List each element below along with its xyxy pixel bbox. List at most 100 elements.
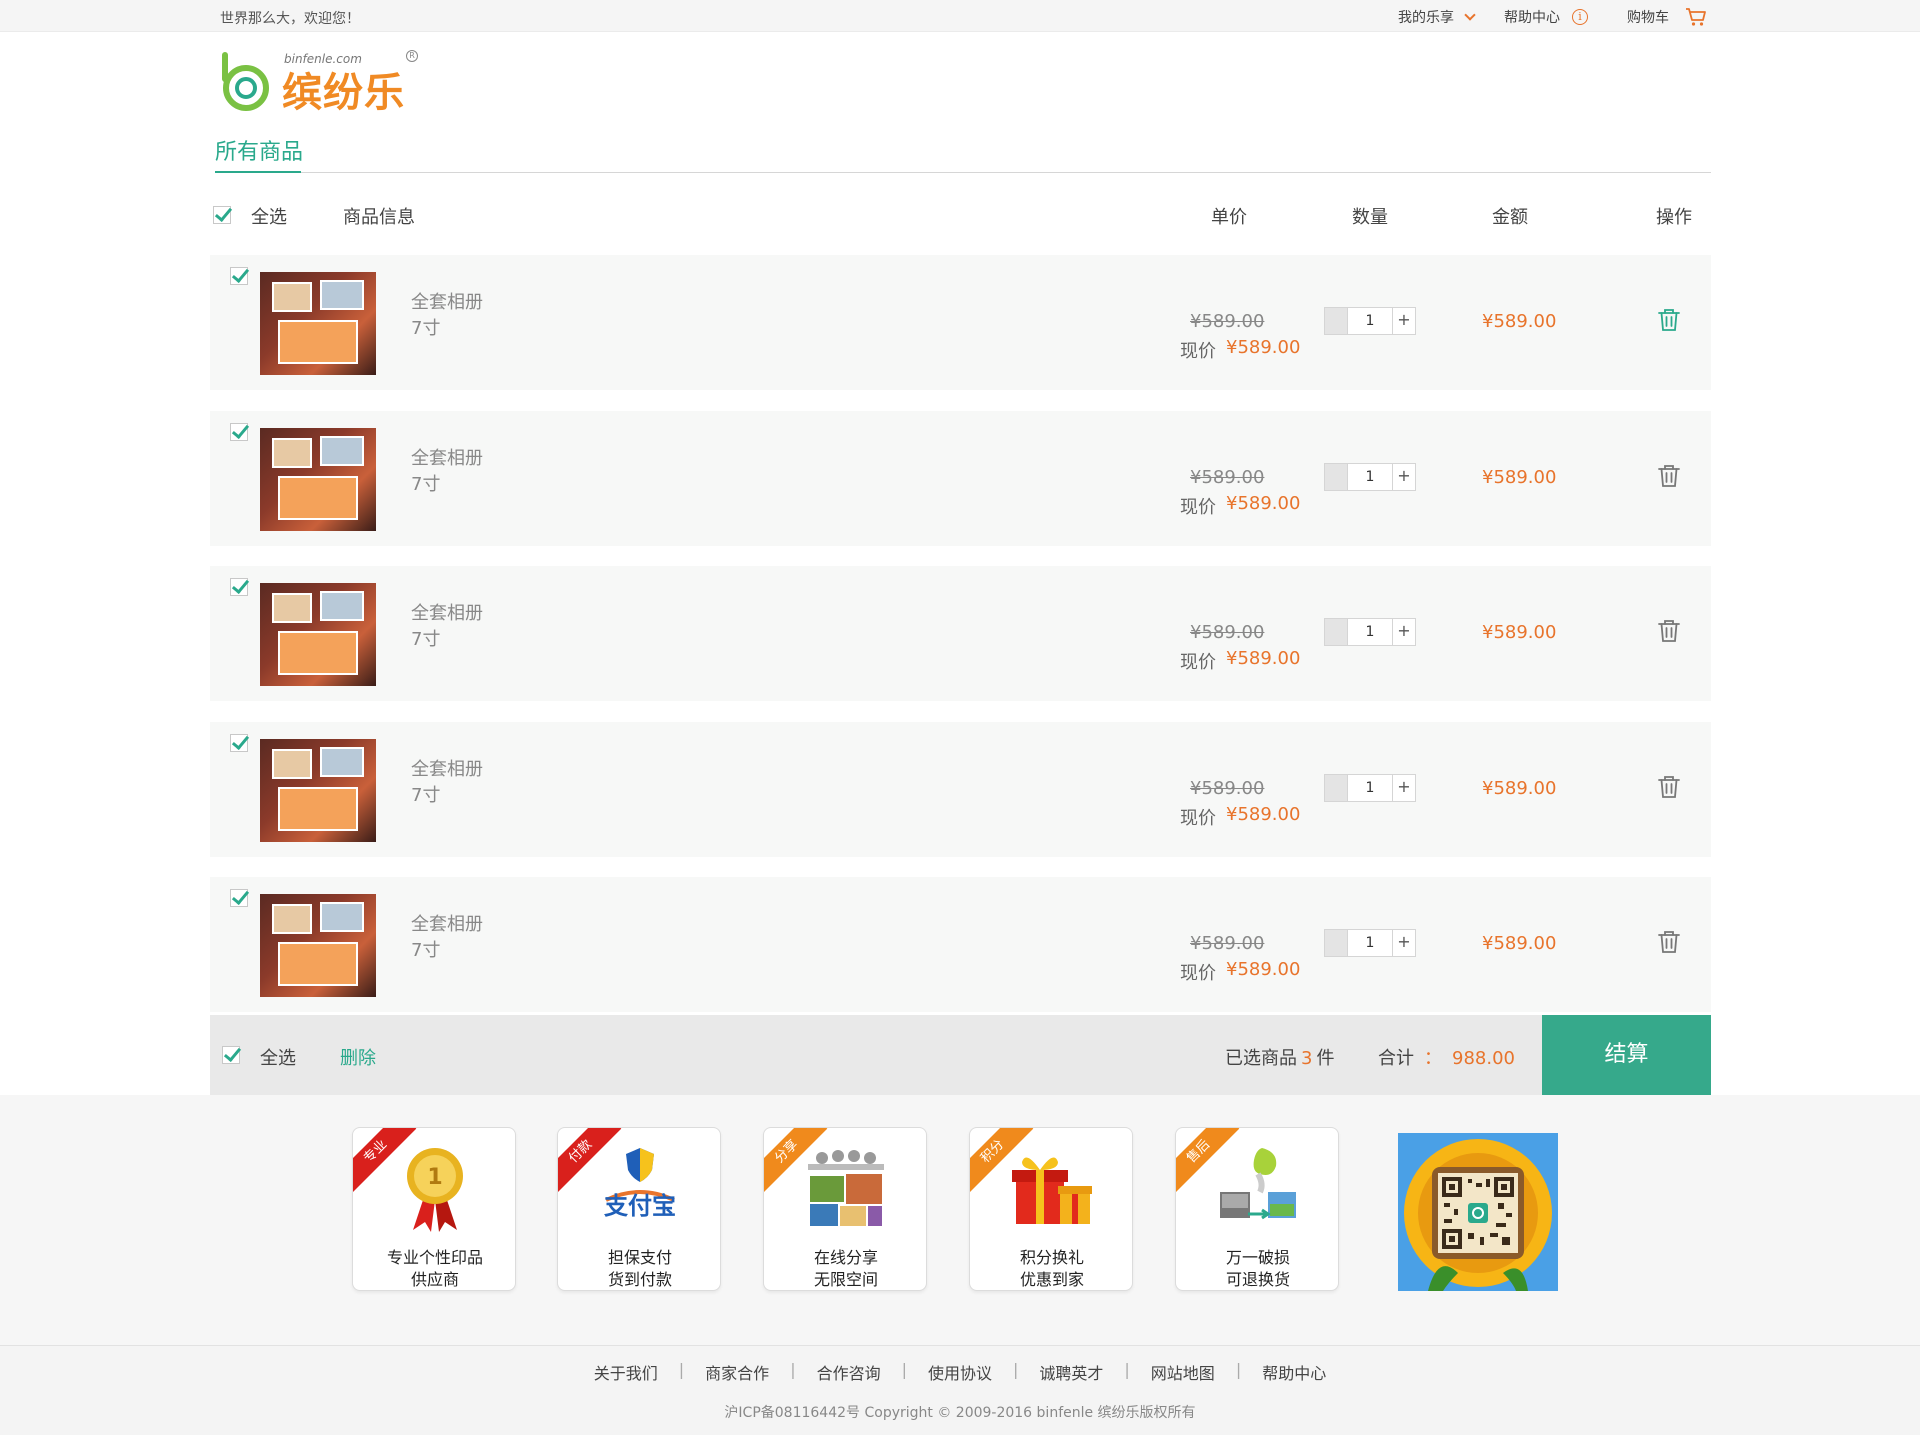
quantity-input[interactable]: 1 — [1348, 618, 1392, 646]
item-checkbox[interactable] — [230, 578, 248, 596]
delete-selected-button[interactable]: 删除 — [340, 1044, 376, 1070]
quantity-decrease-button[interactable] — [1324, 307, 1348, 335]
feature-card: 付款 支付宝 担保支付 货到付款 — [557, 1127, 721, 1291]
product-thumbnail[interactable] — [260, 272, 376, 375]
quantity-input[interactable]: 1 — [1348, 463, 1392, 491]
product-thumbnail[interactable] — [260, 894, 376, 997]
my-le-menu[interactable]: 我的乐享 — [1398, 7, 1476, 27]
svg-text:1: 1 — [427, 1165, 442, 1190]
select-all-checkbox[interactable] — [213, 206, 231, 224]
item-checkbox[interactable] — [230, 267, 248, 285]
trash-icon[interactable] — [1656, 929, 1682, 955]
trash-icon[interactable] — [1656, 307, 1682, 333]
item-amount: ¥589.00 — [1482, 933, 1557, 954]
feature-subtitle: 无限空间 — [813, 1270, 878, 1289]
feature-card: 售后 万一破损 可退换货 — [1175, 1127, 1339, 1291]
quantity-decrease-button[interactable] — [1324, 774, 1348, 802]
quantity-increase-button[interactable]: + — [1392, 618, 1416, 646]
footer-link[interactable]: 网站地图 — [1130, 1360, 1236, 1384]
svg-text:支付宝: 支付宝 — [604, 1192, 676, 1220]
footer-link[interactable]: 帮助中心 — [1241, 1360, 1347, 1384]
feature-subtitle: 供应商 — [410, 1270, 459, 1289]
thumbnail-photo-3 — [278, 787, 358, 831]
help-center-link[interactable]: 帮助中心 i — [1504, 7, 1588, 27]
header-select-all: 全选 — [251, 207, 287, 228]
quantity-input[interactable]: 1 — [1348, 774, 1392, 802]
footer-link[interactable]: 诚聘英才 — [1018, 1360, 1124, 1384]
cart-item-row: 全套相册 7寸 ¥589.00 现价 ¥589.00 1 + ¥589.00 — [210, 255, 1711, 390]
quantity-increase-button[interactable]: + — [1392, 463, 1416, 491]
feature-card: 分享 在线分享 无限空间 — [763, 1127, 927, 1291]
quantity-input[interactable]: 1 — [1348, 929, 1392, 957]
cart-icon — [1686, 8, 1706, 26]
quantity-increase-button[interactable]: + — [1392, 774, 1416, 802]
cart-link[interactable]: 购物车 — [1627, 7, 1707, 27]
thumbnail-photo-2 — [320, 280, 364, 310]
copyright-text: 沪ICP备08116442号 Copyright © 2009-2016 bin… — [724, 1405, 1196, 1421]
product-thumbnail[interactable] — [260, 583, 376, 686]
item-checkbox[interactable] — [230, 423, 248, 441]
quantity-decrease-button[interactable] — [1324, 929, 1348, 957]
product-name: 全套相册 — [411, 603, 483, 624]
footer-link[interactable]: 使用协议 — [907, 1360, 1013, 1384]
product-spec: 7寸 — [411, 785, 441, 806]
quantity-decrease-button[interactable] — [1324, 463, 1348, 491]
current-price-label: 现价 — [1180, 963, 1216, 984]
quantity-stepper: 1 + — [1324, 307, 1416, 335]
bottom-select-all-label[interactable]: 全选 — [260, 1044, 296, 1070]
selected-count: 3 — [1301, 1048, 1313, 1069]
trash-icon[interactable] — [1656, 774, 1682, 800]
product-name: 全套相册 — [411, 448, 483, 469]
tab-all-products[interactable]: 所有商品 — [215, 134, 303, 166]
footer-links: 关于我们 | 商家合作 | 合作咨询 | 使用协议 | 诚聘英才 | 网站地图 | 帮助中心 — [0, 1360, 1920, 1384]
cart-item-row: 全套相册 7寸 ¥589.00 现价 ¥589.00 1 + ¥589.00 — [210, 411, 1711, 546]
selected-count-text: 已选商品 3 件 — [1225, 1044, 1334, 1070]
current-price: ¥589.00 — [1226, 804, 1301, 825]
quantity-increase-button[interactable]: + — [1392, 307, 1416, 335]
product-thumbnail[interactable] — [260, 428, 376, 531]
cart-item-row: 全套相册 7寸 ¥589.00 现价 ¥589.00 1 + ¥589.00 — [210, 722, 1711, 857]
feature-title: 在线分享 — [813, 1248, 878, 1267]
total-label: 合计 — [1378, 1048, 1414, 1069]
quantity-increase-button[interactable]: + — [1392, 929, 1416, 957]
product-info: 全套相册 7寸 — [411, 290, 483, 342]
thumbnail-photo-1 — [272, 438, 312, 468]
product-thumbnail[interactable] — [260, 739, 376, 842]
site-logo[interactable]: binfenle.com 缤纷乐 R — [220, 46, 420, 116]
bottom-select-all-checkbox[interactable] — [222, 1046, 240, 1064]
original-price: ¥589.00 — [1190, 467, 1265, 488]
welcome-text: 世界那么大，欢迎您！ — [220, 11, 360, 27]
cart-item-row: 全套相册 7寸 ¥589.00 现价 ¥589.00 1 + ¥589.00 — [210, 566, 1711, 701]
quantity-decrease-button[interactable] — [1324, 618, 1348, 646]
thumbnail-photo-3 — [278, 476, 358, 520]
selected-suffix: 件 — [1316, 1048, 1335, 1069]
share-photos-icon — [806, 1144, 886, 1234]
cart-item-row: 全套相册 7寸 ¥589.00 现价 ¥589.00 1 + ¥589.00 — [210, 877, 1711, 1012]
item-checkbox[interactable] — [230, 734, 248, 752]
trash-icon[interactable] — [1656, 618, 1682, 644]
logo-brand-text: 缤纷乐 — [282, 70, 405, 116]
medal-icon: 1 — [395, 1144, 475, 1234]
thumbnail-photo-2 — [320, 747, 364, 777]
trash-icon[interactable] — [1656, 463, 1682, 489]
quantity-stepper: 1 + — [1324, 618, 1416, 646]
item-amount: ¥589.00 — [1482, 311, 1557, 332]
feature-subtitle: 货到付款 — [607, 1270, 672, 1289]
selected-prefix: 已选商品 — [1225, 1048, 1297, 1069]
feature-subtitle: 优惠到家 — [1019, 1270, 1084, 1289]
thumbnail-photo-3 — [278, 320, 358, 364]
original-price: ¥589.00 — [1190, 622, 1265, 643]
product-name: 全套相册 — [411, 759, 483, 780]
footer-link[interactable]: 商家合作 — [684, 1360, 790, 1384]
footer-link[interactable]: 合作咨询 — [796, 1360, 902, 1384]
footer-link[interactable]: 关于我们 — [573, 1360, 679, 1384]
header-unit-price: 单价 — [1211, 207, 1247, 228]
thumbnail-photo-1 — [272, 282, 312, 312]
quantity-stepper: 1 + — [1324, 929, 1416, 957]
current-price-label: 现价 — [1180, 341, 1216, 362]
quantity-input[interactable]: 1 — [1348, 307, 1392, 335]
checkout-button[interactable]: 结算 — [1542, 1015, 1711, 1095]
original-price: ¥589.00 — [1190, 311, 1265, 332]
item-checkbox[interactable] — [230, 889, 248, 907]
thumbnail-photo-3 — [278, 942, 358, 986]
